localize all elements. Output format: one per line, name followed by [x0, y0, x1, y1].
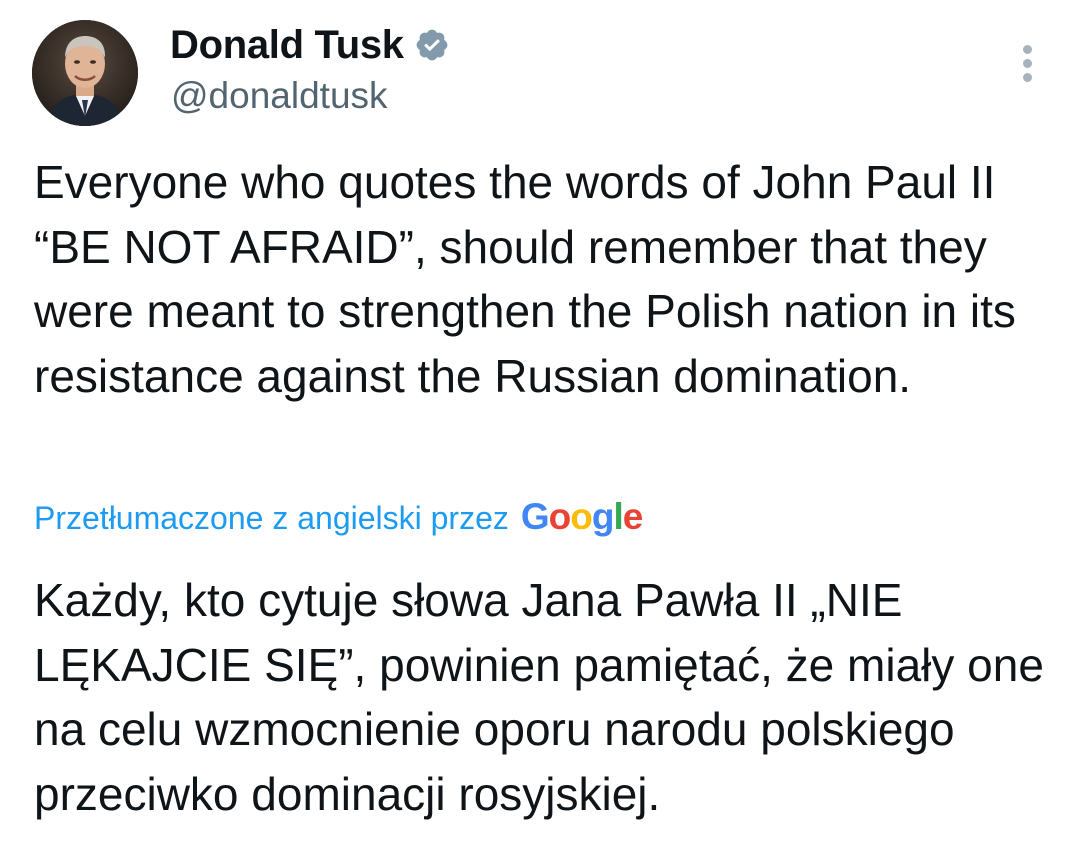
translated-tweet-text: Każdy, kto cytuje słowa Jana Pawła II „N… [34, 574, 1044, 820]
profile-photo [32, 20, 138, 126]
translation-link[interactable]: Przetłumaczone z angielski przez [34, 496, 509, 540]
avatar[interactable] [32, 20, 138, 126]
author-display-name[interactable]: Donald Tusk [170, 22, 404, 68]
more-vertical-icon[interactable] [1010, 42, 1044, 86]
translation-attribution: Przetłumaczone z angielski przez Google [34, 495, 643, 540]
google-logo: Google [520, 496, 643, 537]
author-name-row[interactable]: Donald Tusk [170, 22, 450, 68]
author-handle[interactable]: @donaldtusk [171, 74, 388, 118]
tweet-text: Everyone who quotes the words of John Pa… [34, 156, 1016, 402]
verified-badge-icon[interactable] [414, 27, 450, 63]
